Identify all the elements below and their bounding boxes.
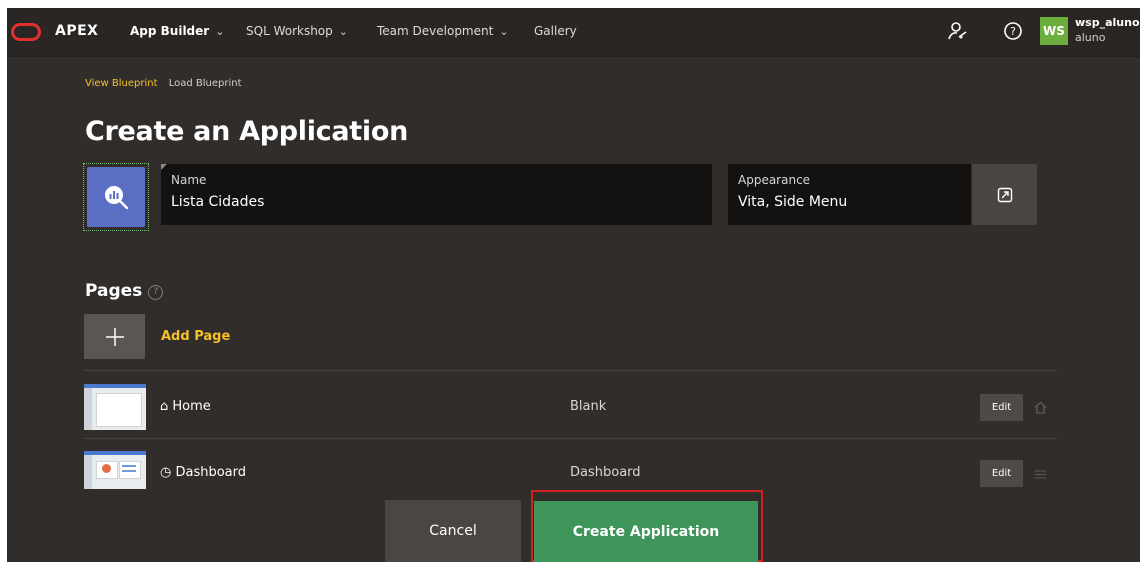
help-icon[interactable]: ?	[1001, 19, 1025, 43]
edit-home-button[interactable]: Edit	[980, 394, 1023, 421]
create-application-button[interactable]: Create Application	[534, 501, 758, 562]
app-icon-button[interactable]	[83, 163, 149, 231]
page-row-dashboard-name[interactable]: ◷ Dashboard	[160, 465, 246, 480]
name-field-label: Name	[171, 173, 207, 187]
nav-gallery-label: Gallery	[534, 24, 577, 38]
dashboard-icon: ◷	[160, 465, 172, 480]
chevron-down-icon: ⌄	[338, 25, 348, 38]
page-title: Create an Application	[85, 116, 409, 147]
home-icon: ⌂	[160, 399, 169, 414]
home-icon	[1033, 400, 1047, 414]
name-field-value[interactable]: Lista Cidades	[171, 194, 264, 210]
app-icon	[87, 167, 145, 227]
chevron-down-icon: ⌄	[215, 25, 225, 38]
drag-handle-icon[interactable]	[1033, 467, 1047, 481]
nav-app-builder-label: App Builder	[130, 24, 210, 38]
nav-team-development[interactable]: Team Development ⌄	[377, 24, 509, 38]
svg-text:?: ?	[1010, 25, 1016, 38]
appearance-field[interactable]: Appearance Vita, Side Menu	[728, 164, 971, 225]
page-row-home-type: Blank	[570, 399, 607, 414]
pages-help-icon[interactable]: ?	[148, 284, 164, 300]
top-navigation-bar: APEX App Builder ⌄ SQL Workshop ⌄ Team Dev…	[7, 8, 1140, 57]
nav-app-builder[interactable]: App Builder ⌄	[130, 24, 224, 38]
page-row-dashboard-type: Dashboard	[570, 465, 641, 480]
chevron-down-icon: ⌄	[499, 25, 509, 38]
edit-dashboard-button[interactable]: Edit	[980, 460, 1023, 487]
home-page-thumbnail	[84, 384, 146, 430]
page-row-home-label: Home	[172, 399, 211, 414]
load-blueprint-link[interactable]: Load Blueprint	[169, 78, 242, 89]
user-name: wsp_aluno	[1075, 16, 1140, 29]
avatar[interactable]: WS	[1040, 17, 1068, 45]
divider	[84, 370, 1057, 371]
page-row-dashboard-label: Dashboard	[175, 465, 247, 480]
field-corner-indicator	[161, 164, 167, 170]
chart-search-icon	[105, 186, 129, 210]
nav-sql-workshop[interactable]: SQL Workshop ⌄	[246, 24, 348, 38]
user-settings-icon[interactable]	[946, 19, 970, 43]
appearance-edit-button[interactable]	[972, 164, 1037, 225]
pages-heading: Pages?	[85, 281, 164, 301]
open-dialog-icon	[997, 187, 1012, 202]
plus-icon	[105, 327, 124, 346]
pages-heading-label: Pages	[85, 281, 143, 301]
nav-gallery[interactable]: Gallery	[534, 24, 577, 38]
view-blueprint-link[interactable]: View Blueprint	[85, 78, 158, 89]
user-workspace: aluno	[1075, 31, 1106, 44]
add-page-link[interactable]: Add Page	[161, 329, 230, 344]
app-window: APEX App Builder ⌄ SQL Workshop ⌄ Team Dev…	[7, 8, 1140, 562]
divider	[84, 438, 1057, 439]
page-row-home-name[interactable]: ⌂ Home	[160, 399, 211, 414]
nav-sql-workshop-label: SQL Workshop	[246, 24, 333, 38]
cancel-button[interactable]: Cancel	[385, 500, 521, 562]
appearance-field-value[interactable]: Vita, Side Menu	[738, 194, 847, 210]
appearance-field-label: Appearance	[738, 173, 811, 187]
add-page-button[interactable]	[84, 314, 145, 359]
apex-brand[interactable]: APEX	[55, 23, 98, 39]
blueprint-links: View Blueprint Load Blueprint	[85, 78, 242, 89]
oracle-logo-icon[interactable]	[11, 23, 41, 41]
name-field[interactable]: Name Lista Cidades	[161, 164, 712, 225]
nav-team-development-label: Team Development	[377, 24, 494, 38]
